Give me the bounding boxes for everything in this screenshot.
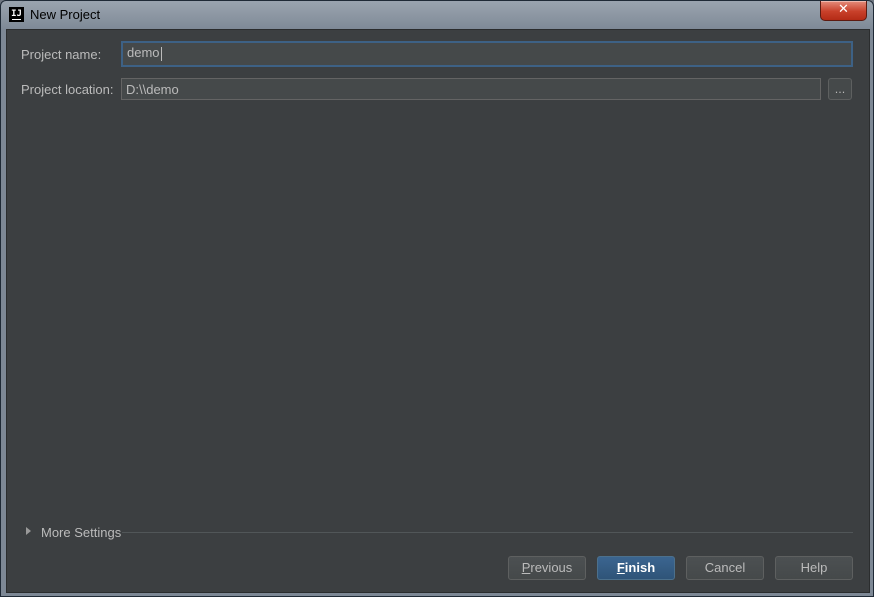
separator-line bbox=[122, 532, 853, 533]
project-name-value: demo bbox=[127, 45, 160, 60]
browse-button[interactable]: ... bbox=[828, 78, 852, 100]
text-caret bbox=[160, 46, 162, 61]
previous-button[interactable]: Previous bbox=[508, 556, 586, 580]
intellij-idea-icon: IJ bbox=[9, 7, 24, 22]
project-location-input[interactable]: D:\\demo bbox=[121, 78, 821, 100]
close-icon[interactable]: ✕ bbox=[820, 1, 867, 21]
finish-button[interactable]: Finish bbox=[597, 556, 675, 580]
help-button[interactable]: Help bbox=[775, 556, 853, 580]
project-name-label: Project name: bbox=[21, 47, 102, 62]
more-settings-label: More Settings bbox=[41, 525, 122, 540]
dialog-content: Project name: demo Project location: D:\… bbox=[6, 29, 870, 593]
cancel-button[interactable]: Cancel bbox=[686, 556, 764, 580]
window-title: New Project bbox=[30, 7, 101, 22]
new-project-dialog: IJ New Project ✕ Project name: demo Proj… bbox=[0, 0, 874, 597]
triangle-right-icon bbox=[26, 527, 31, 535]
previous-button-label: Previous bbox=[521, 560, 573, 575]
finish-button-label: Finish bbox=[616, 560, 656, 575]
title-bar[interactable]: IJ New Project ✕ bbox=[1, 1, 873, 29]
project-name-input[interactable]: demo bbox=[121, 41, 853, 67]
project-location-label: Project location: bbox=[21, 82, 114, 97]
project-location-value: D:\\demo bbox=[126, 82, 179, 97]
